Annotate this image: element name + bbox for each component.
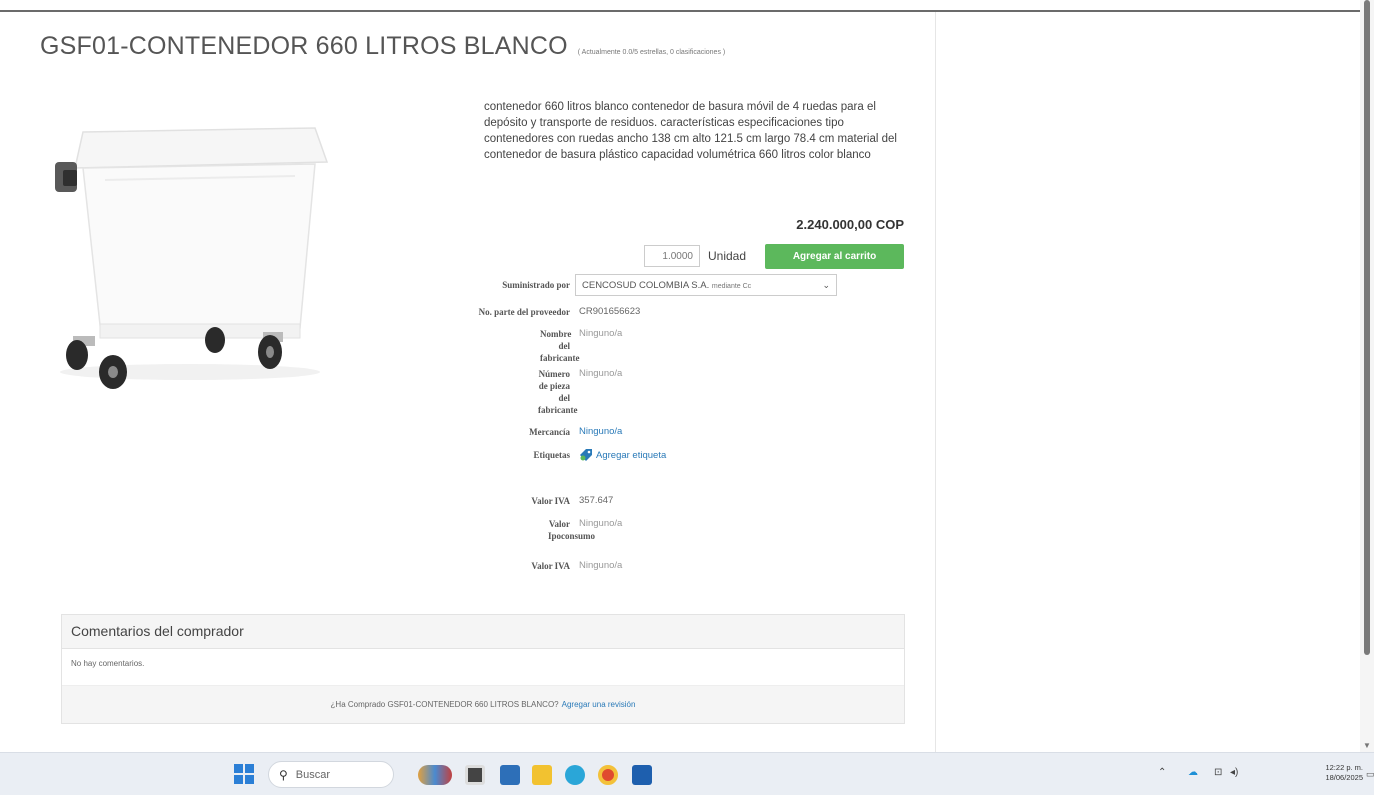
scroll-down-arrow-icon[interactable]: ▼ bbox=[1363, 741, 1371, 750]
clock-date: 18/06/2025 bbox=[1325, 773, 1363, 782]
file-explorer-icon[interactable] bbox=[532, 765, 552, 785]
product-image bbox=[55, 127, 329, 389]
part-no-label: No. parte del proveedor bbox=[478, 307, 570, 317]
product-header: GSF01-CONTENEDOR 660 LITROS BLANCO ( Act… bbox=[40, 32, 725, 61]
task-view-icon[interactable] bbox=[465, 765, 485, 785]
clock-time: 12:22 p. m. bbox=[1325, 763, 1363, 772]
supplier-label: Suministrado por bbox=[502, 280, 570, 290]
tag-icon bbox=[580, 449, 592, 461]
unit-label: Unidad bbox=[708, 249, 747, 263]
product-title: GSF01-CONTENEDOR 660 LITROS BLANCO bbox=[40, 32, 568, 60]
add-review-link[interactable]: Agregar una revisión bbox=[562, 700, 636, 709]
commodity-label: Mercancía bbox=[529, 427, 570, 437]
ipoconsumo-value: Ninguno/a bbox=[579, 518, 623, 529]
tags-label: Etiquetas bbox=[533, 450, 570, 460]
product-price: 2.240.000,00 COP bbox=[796, 217, 904, 232]
add-tag-link[interactable]: Agregar etiqueta bbox=[579, 448, 666, 462]
ipoconsumo-label: Valor Ipoconsumo bbox=[548, 519, 596, 541]
volume-icon[interactable]: ◂) bbox=[1230, 767, 1238, 778]
add-tag-label: Agregar etiqueta bbox=[596, 449, 667, 461]
top-border bbox=[0, 10, 1360, 12]
manufacturer-label: Nombre del fabricante bbox=[540, 329, 580, 363]
comments-empty-text: No hay comentarios. bbox=[71, 659, 145, 668]
iva2-value: Ninguno/a bbox=[579, 560, 623, 571]
iva-value: 357.647 bbox=[579, 495, 614, 506]
manufacturer-part-label: Número de pieza del fabricante bbox=[538, 369, 578, 415]
quantity-input[interactable] bbox=[644, 245, 700, 267]
search-icon: ⚲ bbox=[279, 767, 288, 782]
cloud-icon[interactable]: ☁ bbox=[1188, 767, 1198, 778]
os-taskbar: ⚲ Buscar ⌃ ☁ ⊡ ◂) 12:22 p. m. 18/06/2025… bbox=[0, 752, 1374, 795]
scrollbar-thumb[interactable] bbox=[1364, 0, 1370, 655]
supplier-select[interactable]: CENCOSUD COLOMBIA S.A. mediante Cc ⌄ bbox=[575, 274, 837, 296]
taskbar-clock[interactable]: 12:22 p. m. 18/06/2025 bbox=[1325, 763, 1363, 783]
windows-start-icon[interactable] bbox=[234, 764, 254, 784]
column-divider bbox=[935, 12, 936, 752]
product-description: contenedor 660 litros blanco contenedor … bbox=[484, 101, 897, 161]
supplier-value: CENCOSUD COLOMBIA S.A. bbox=[582, 279, 710, 291]
tray-chevron-up-icon[interactable]: ⌃ bbox=[1158, 767, 1166, 778]
buyer-comments-panel: Comentarios del comprador No hay comenta… bbox=[61, 614, 905, 724]
commodity-value[interactable]: Ninguno/a bbox=[579, 426, 622, 437]
comments-title: Comentarios del comprador bbox=[62, 615, 904, 649]
review-prompt: ¿Ha Comprado GSF01-CONTENEDOR 660 LITROS… bbox=[62, 685, 904, 723]
taskbar-search[interactable]: ⚲ Buscar bbox=[268, 761, 394, 788]
store-icon[interactable] bbox=[500, 765, 520, 785]
rating-summary: ( Actualmente 0.0/5 estrellas, 0 clasifi… bbox=[577, 49, 726, 56]
edge-icon[interactable] bbox=[565, 765, 585, 785]
widgets-icon[interactable] bbox=[418, 765, 452, 785]
manufacturer-value: Ninguno/a bbox=[579, 328, 623, 339]
iva2-label: Valor IVA bbox=[531, 561, 570, 571]
part-no-value: CR901656623 bbox=[579, 306, 641, 317]
taskbar-search-placeholder: Buscar bbox=[295, 768, 331, 781]
network-icon[interactable]: ⊡ bbox=[1214, 767, 1222, 778]
add-to-cart-button[interactable]: Agregar al carrito bbox=[765, 244, 904, 269]
word-icon[interactable] bbox=[632, 765, 652, 785]
iva-label: Valor IVA bbox=[531, 496, 570, 506]
chevron-down-icon: ⌄ bbox=[822, 279, 830, 290]
vertical-scrollbar[interactable]: ▼ bbox=[1360, 0, 1374, 752]
review-question: ¿Ha Comprado GSF01-CONTENEDOR 660 LITROS… bbox=[330, 700, 559, 709]
manufacturer-part-value: Ninguno/a bbox=[579, 368, 623, 379]
supplier-sub: mediante Cc bbox=[711, 282, 752, 290]
notification-icon[interactable]: ▭ bbox=[1366, 769, 1374, 780]
chrome-icon[interactable] bbox=[598, 765, 618, 785]
